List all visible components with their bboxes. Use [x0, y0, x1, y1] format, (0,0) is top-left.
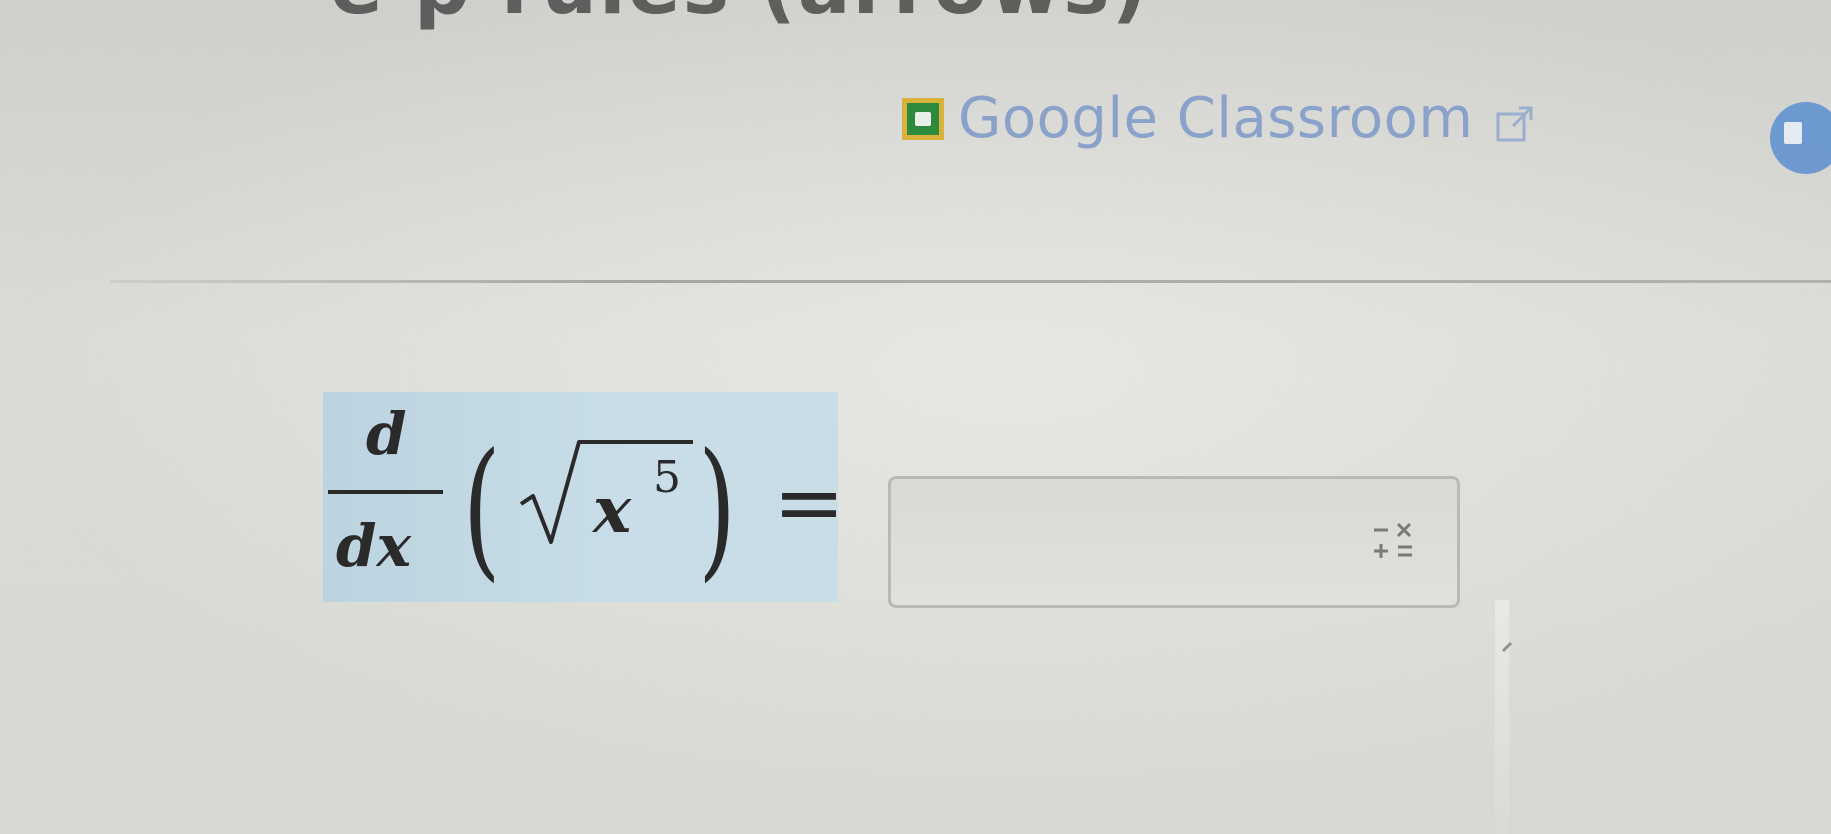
pencil-icon	[1502, 642, 1512, 652]
radicand-exponent: 5	[653, 452, 681, 503]
derivative-numerator: d	[366, 400, 407, 468]
derivative-denominator: dx	[336, 512, 413, 580]
external-link-icon	[1496, 106, 1533, 141]
google-classroom-link[interactable]: Google Classroom	[902, 86, 1535, 151]
open-paren: (	[463, 421, 501, 595]
equals-sign: =	[773, 453, 845, 553]
close-paren: )	[698, 421, 736, 595]
problem-expression: d dx ( x 5 ) =	[328, 400, 845, 596]
math-keypad-icon[interactable]	[1370, 518, 1416, 566]
page-title-cropped: e p rules (arrows)	[330, 0, 1149, 32]
share-badge-icon[interactable]	[1770, 102, 1831, 174]
radicand-base: x	[591, 473, 632, 548]
section-divider	[110, 280, 1831, 283]
side-strip	[1495, 600, 1509, 834]
google-classroom-label: Google Classroom	[958, 86, 1474, 151]
google-classroom-icon	[902, 97, 944, 140]
